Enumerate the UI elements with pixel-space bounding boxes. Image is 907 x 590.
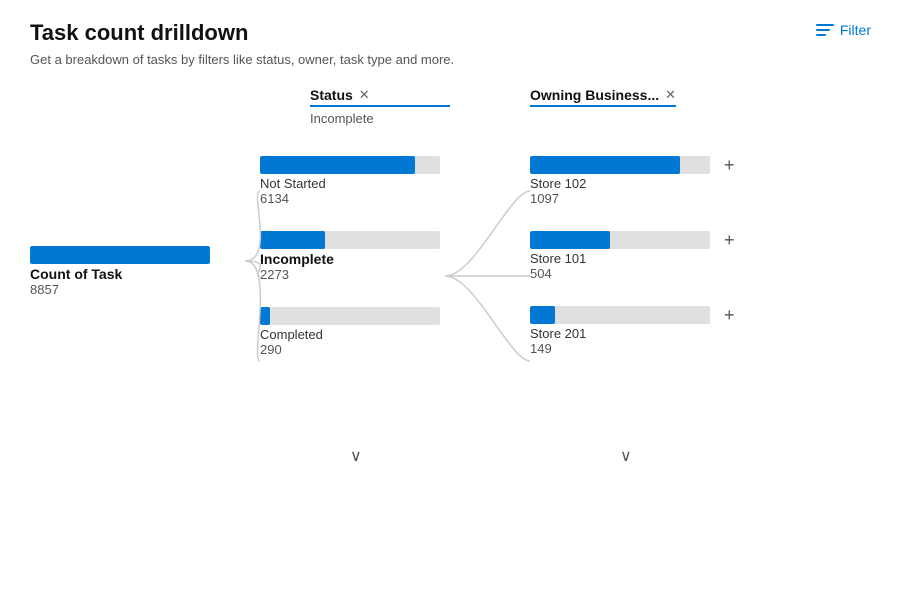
status-filter-label: Status: [310, 87, 353, 103]
chart-area: Count of Task 8857 Not Started 6134: [30, 156, 877, 466]
completed-value: 290: [260, 342, 440, 357]
filter-label: Filter: [840, 22, 871, 38]
store-102-bar: [530, 156, 710, 174]
not-started-bar: [260, 156, 440, 174]
completed-node: Completed 290: [260, 307, 440, 357]
col-status: Not Started 6134 Incomplete 2273: [260, 156, 440, 379]
store-201-node: + Store 201 149: [530, 306, 735, 356]
count-of-task-bar: [30, 246, 210, 264]
incomplete-node: Incomplete 2273: [260, 231, 440, 282]
business-chevron-down[interactable]: ∨: [620, 446, 632, 466]
store-101-plus[interactable]: +: [724, 231, 735, 249]
completed-label: Completed: [260, 327, 440, 342]
business-filter[interactable]: Owning Business... ✕: [530, 87, 676, 126]
business-filter-label: Owning Business...: [530, 87, 659, 103]
status-chevron-down[interactable]: ∨: [350, 446, 362, 466]
not-started-node: Not Started 6134: [260, 156, 440, 206]
incomplete-label: Incomplete: [260, 251, 440, 267]
count-of-task-value: 8857: [30, 282, 210, 297]
count-of-task-label: Count of Task: [30, 266, 210, 282]
store-102-value: 1097: [530, 191, 735, 206]
not-started-value: 6134: [260, 191, 440, 206]
not-started-label: Not Started: [260, 176, 440, 191]
page-title: Task count drilldown: [30, 20, 248, 46]
store-101-label: Store 101: [530, 251, 735, 266]
store-201-value: 149: [530, 341, 735, 356]
chevron-down-icon-2: ∨: [620, 446, 632, 466]
status-filter-value: Incomplete: [310, 111, 450, 126]
business-filter-close[interactable]: ✕: [665, 87, 676, 103]
filters-row: Status ✕ Incomplete Owning Business... ✕: [30, 87, 877, 126]
page: Task count drilldown Filter Get a breakd…: [0, 0, 907, 590]
header-row: Task count drilldown Filter: [30, 20, 877, 46]
filter-button[interactable]: Filter: [810, 20, 877, 40]
col-owning-business: + Store 102 1097 + Store 101 504: [530, 156, 735, 378]
count-of-task-node: Count of Task 8857: [30, 246, 210, 297]
store-201-label: Store 201: [530, 326, 735, 341]
store-101-value: 504: [530, 266, 735, 281]
store-201-bar: [530, 306, 710, 324]
incomplete-bar: [260, 231, 440, 249]
store-102-node: + Store 102 1097: [530, 156, 735, 206]
status-filter[interactable]: Status ✕ Incomplete: [310, 87, 450, 126]
chevron-down-icon: ∨: [350, 446, 362, 466]
page-subtitle: Get a breakdown of tasks by filters like…: [30, 52, 877, 67]
store-101-node: + Store 101 504: [530, 231, 735, 281]
store-101-bar: [530, 231, 710, 249]
incomplete-value: 2273: [260, 267, 440, 282]
store-201-plus[interactable]: +: [724, 306, 735, 324]
status-filter-close[interactable]: ✕: [359, 87, 370, 103]
store-102-plus[interactable]: +: [724, 156, 735, 174]
store-102-label: Store 102: [530, 176, 735, 191]
completed-bar: [260, 307, 440, 325]
filter-icon: [816, 24, 834, 36]
col-count-of-task: Count of Task 8857: [30, 246, 210, 319]
